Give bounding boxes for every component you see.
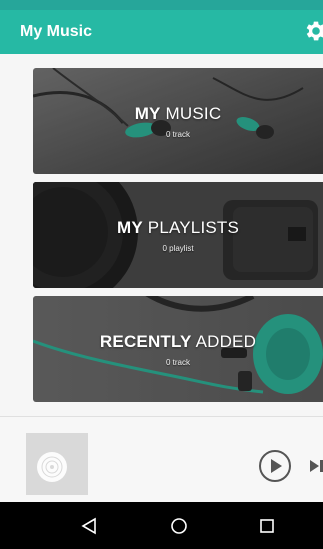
recently-added-card[interactable]: RECENTLY ADDED 0 track [33, 296, 323, 402]
card-count: 0 track [165, 130, 190, 139]
back-triangle-icon[interactable] [78, 515, 100, 537]
my-music-card[interactable]: MY MUSIC 0 track [33, 68, 323, 174]
system-nav-bar [0, 502, 323, 549]
page-title: My Music [20, 23, 93, 40]
card-count: 0 playlist [162, 244, 194, 253]
card-title-light: ADDED [191, 332, 257, 351]
library-content: MY MUSIC 0 track MY PLAYLISTS 0 playlist [0, 54, 323, 416]
skip-next-icon[interactable] [310, 458, 323, 474]
card-title: MY PLAYLISTS [33, 218, 323, 238]
gear-icon[interactable] [303, 18, 323, 44]
card-count: 0 track [165, 358, 190, 367]
card-title-light: MUSIC [160, 104, 222, 123]
my-playlists-card[interactable]: MY PLAYLISTS 0 playlist [33, 182, 323, 288]
card-title-bold: MY [134, 104, 161, 123]
play-icon[interactable] [258, 449, 292, 483]
status-bar [0, 0, 323, 10]
card-title-bold: MY [116, 218, 143, 237]
recents-square-icon[interactable] [256, 515, 278, 537]
mini-player [0, 416, 323, 503]
vinyl-disc-icon [37, 452, 67, 482]
album-art[interactable] [26, 433, 88, 495]
card-title: MY MUSIC [33, 104, 323, 124]
card-title-bold: RECENTLY [99, 332, 192, 351]
app-toolbar: My Music [0, 10, 323, 54]
card-title-light: PLAYLISTS [142, 218, 240, 237]
home-circle-icon[interactable] [168, 515, 190, 537]
card-title: RECENTLY ADDED [33, 332, 323, 352]
